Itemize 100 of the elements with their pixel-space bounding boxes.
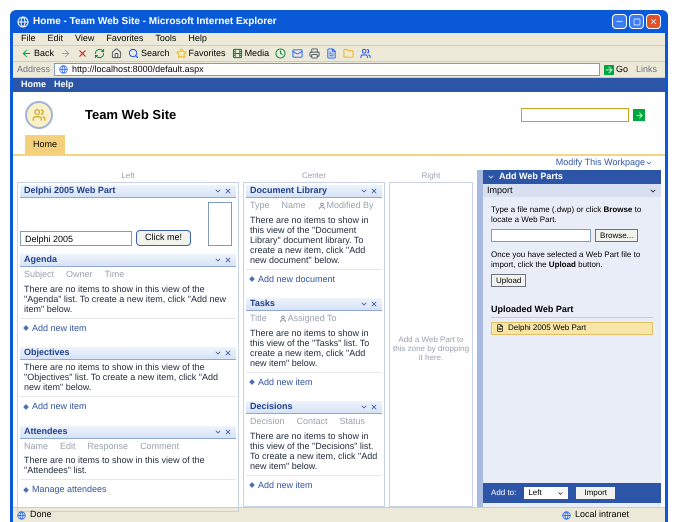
document-icon [496, 324, 504, 332]
links-button[interactable]: Links [632, 62, 661, 76]
menu-item[interactable]: View [75, 32, 94, 46]
add-link[interactable]: Add new item [258, 478, 313, 492]
search-field[interactable] [521, 108, 645, 122]
add-link[interactable]: Add new item [32, 400, 87, 414]
site-logo-icon [25, 101, 53, 129]
section-title: Import [487, 184, 513, 197]
web-part-title: Decisions [250, 400, 293, 414]
zone-label: Left [120, 170, 136, 182]
column-header: Decision [250, 415, 285, 428]
page-icon [17, 510, 26, 520]
zone-label: Right [420, 170, 442, 182]
browser-icon [17, 16, 29, 28]
menu-item[interactable]: File [21, 32, 36, 46]
uploaded-web-part[interactable]: Delphi 2005 Web Part [491, 322, 653, 334]
bullet-icon [23, 404, 29, 410]
maximize-icon [632, 18, 640, 26]
toolbar-button[interactable] [309, 48, 320, 59]
close-icon[interactable] [370, 187, 378, 195]
close-icon[interactable] [224, 256, 232, 264]
close-icon[interactable] [224, 349, 232, 357]
toolbar-button[interactable] [292, 48, 304, 59]
web-part-title: Agenda [24, 253, 58, 266]
browse-button[interactable]: Browse... [595, 229, 638, 242]
menu-item[interactable]: Help [188, 32, 207, 46]
status-zone: Local intranet [574, 508, 629, 522]
printer-icon [309, 48, 320, 59]
close-icon[interactable] [370, 403, 378, 411]
close-icon[interactable] [224, 428, 232, 436]
nav-tab[interactable]: Home [25, 134, 66, 154]
toolbar-button[interactable] [275, 48, 286, 59]
top-nav-link[interactable]: Help [54, 78, 74, 92]
upload-button[interactable]: Upload [491, 274, 526, 287]
add-to-label: Add to: [491, 487, 516, 499]
add-link[interactable]: Manage attendees [32, 483, 107, 496]
home-icon [111, 48, 122, 59]
click-button[interactable]: Click me! [136, 230, 192, 246]
instructions-text: Type a file name (.dwp) or click Browse to locate a Web Part. [491, 205, 642, 225]
list-box [208, 202, 232, 246]
column-header: Comment [140, 440, 180, 452]
toolbar-button[interactable]: Media [232, 46, 270, 60]
mail-icon [292, 48, 304, 59]
empty-list-message: There are no items to show in this view of the "Attendees" list. [20, 453, 236, 480]
add-link[interactable]: Add new document [258, 272, 336, 286]
column-header: Title [250, 312, 267, 325]
toolbar-button[interactable] [111, 48, 122, 59]
bullet-icon [249, 482, 255, 488]
close-icon[interactable] [370, 300, 378, 308]
toolbar-button[interactable]: Search [128, 46, 170, 60]
search-icon [128, 48, 140, 59]
column-header: Type [250, 199, 270, 212]
maximize-button[interactable] [629, 14, 644, 29]
modify-page-link[interactable]: Modify This Workpage [556, 156, 645, 170]
column-header: Edit [60, 440, 76, 452]
person-icon [278, 314, 287, 323]
top-nav-link[interactable]: Home [21, 78, 46, 92]
toolbar-button[interactable]: Favorites [176, 46, 226, 60]
toolbar-button[interactable]: Back [21, 46, 54, 60]
empty-list-message: There are no items to show in this view of the "Objectives" list. To create a new item, click "Add new item" below. [20, 360, 236, 397]
folder-icon [343, 48, 354, 59]
zone-dropdown[interactable]: Left [524, 487, 568, 499]
minimize-button[interactable] [612, 14, 627, 29]
toolbar-button[interactable] [94, 48, 106, 59]
status-text: Done [30, 508, 52, 522]
toolbar-button[interactable] [77, 48, 88, 59]
toolbar-button[interactable] [360, 48, 372, 59]
text-field[interactable]: Delphi 2005 [20, 231, 132, 246]
add-link[interactable]: Add new item [258, 376, 313, 389]
web-part-title: Document Library [250, 184, 328, 198]
close-button[interactable] [646, 14, 661, 29]
web-part-title: Objectives [24, 346, 70, 360]
empty-list-message: There are no items to show in this view of the "Tasks" list. To create a new item, click "Add new item" below. [246, 326, 382, 372]
stop-icon [77, 48, 88, 59]
window-title: Home - Team Web Site - Microsoft Internet Explorer [33, 15, 277, 29]
address-label: Address [17, 62, 50, 76]
site-title: Team Web Site [85, 106, 176, 124]
column-header: Name [282, 199, 306, 212]
import-button[interactable]: Import [576, 487, 616, 499]
clock-icon [275, 48, 286, 59]
bullet-icon [23, 325, 29, 332]
toolbar-button[interactable] [326, 48, 338, 59]
menu-item[interactable]: Favorites [106, 32, 144, 46]
search-go-icon [633, 109, 645, 121]
zone-hint: Add a Web Part to this zone by dropping it here. [392, 335, 470, 362]
zone-label: Center [300, 170, 327, 182]
column-header: Time [104, 268, 124, 281]
bullet-icon [23, 486, 29, 493]
column-header: Modified By [326, 199, 374, 212]
collapse-icon[interactable] [487, 173, 495, 181]
column-header: Response [88, 440, 128, 453]
add-link[interactable]: Add new item [32, 322, 87, 335]
file-field[interactable] [491, 229, 591, 242]
forward-icon [60, 48, 72, 59]
address-field[interactable]: http://localhost:8000/default.aspx [54, 63, 600, 76]
upload-instructions: Once you have selected a Web Part file to import, click the Upload button. [491, 250, 642, 270]
close-icon[interactable] [224, 187, 232, 195]
menu-item[interactable]: Edit [48, 32, 64, 46]
go-button[interactable]: Go [604, 62, 628, 76]
menu-item[interactable]: Tools [155, 32, 176, 46]
